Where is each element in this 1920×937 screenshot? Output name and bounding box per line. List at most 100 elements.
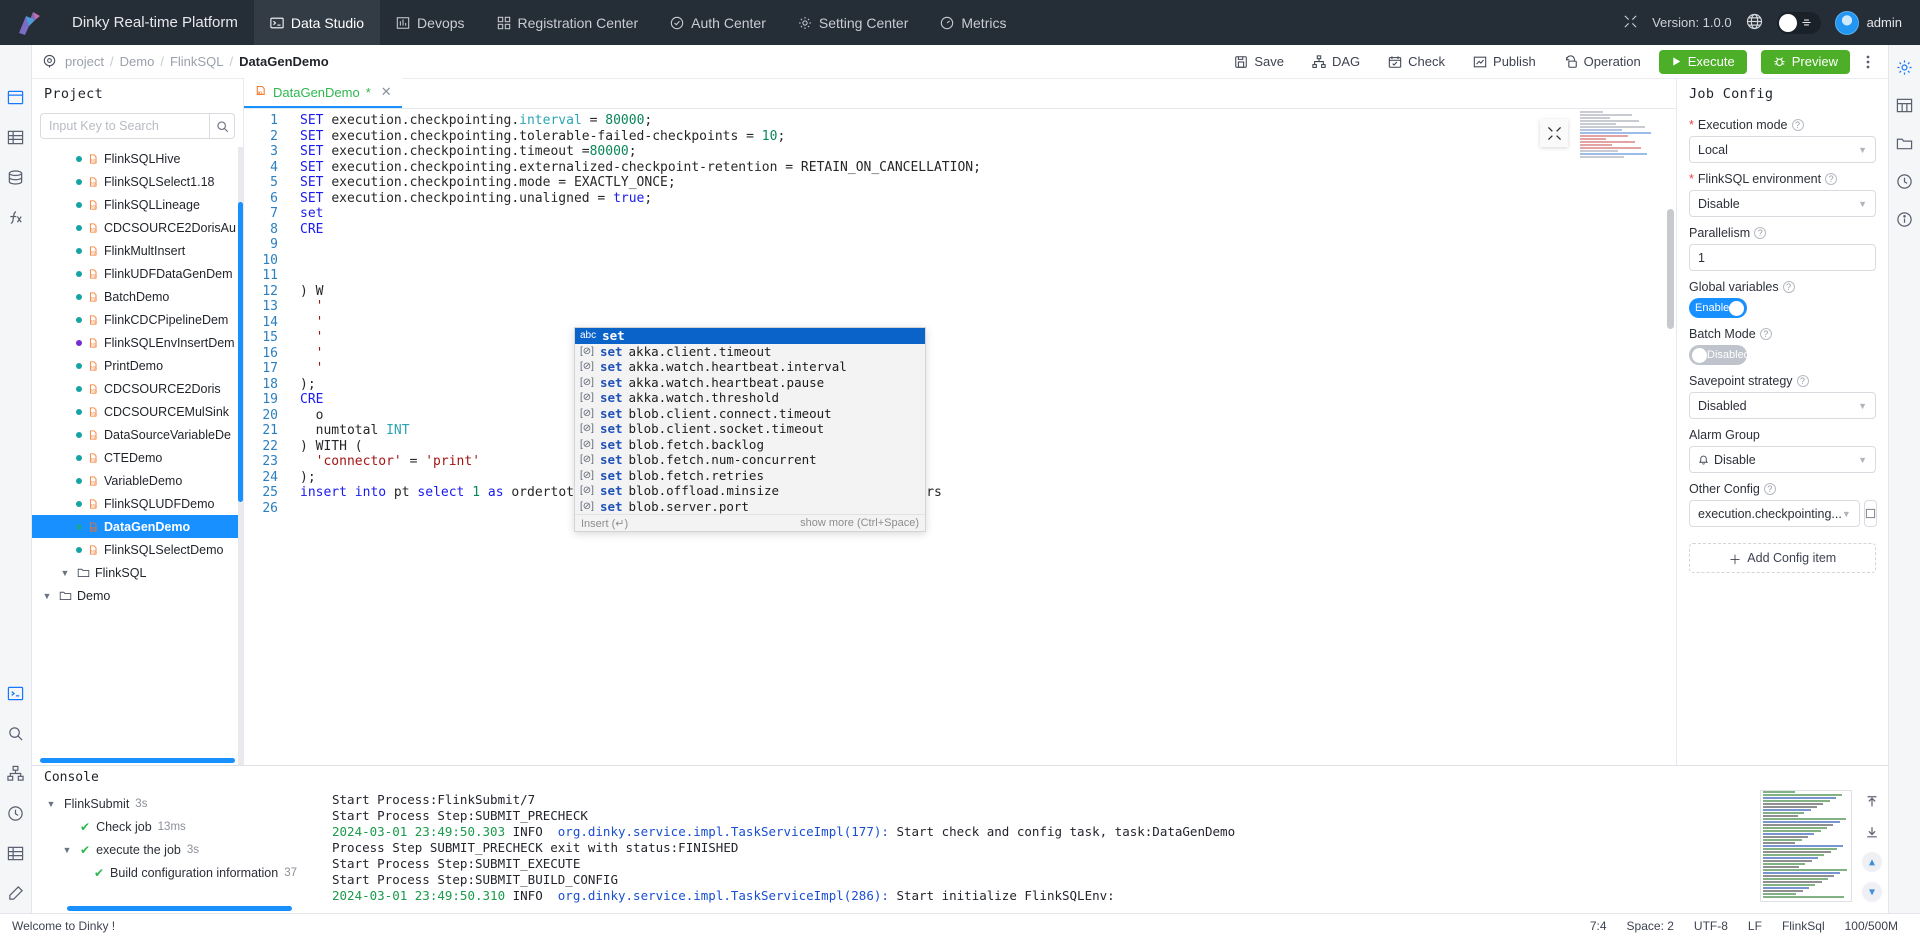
rail-icon-catalog[interactable] [6,127,26,147]
chevron-down-icon[interactable]: ▼ [60,845,74,855]
rail-icon-version[interactable] [1895,171,1915,191]
rail-icon-info[interactable] [1895,209,1915,229]
help-icon[interactable]: ? [1825,173,1838,185]
publish-button[interactable]: Publish [1463,50,1546,74]
chevron-down-icon[interactable]: ▼ [44,799,58,809]
nav-item-setting-center[interactable]: Setting Center [782,0,925,45]
project-tree-item[interactable]: ▼ FlinkSQL [32,561,243,584]
console-tree-scrollbar[interactable] [67,906,292,911]
status-cursor-position[interactable]: 7:4 [1580,919,1617,933]
other-config-extra-button[interactable] [1863,500,1877,527]
project-tree-item[interactable]: SQL FlinkSQLUDFDemo [32,492,243,515]
project-tree-item[interactable]: SQL FlinkSQLSelect1.18 [32,170,243,193]
console-process-item[interactable]: ✔ Check job 13ms [32,815,297,838]
savepoint-strategy-select[interactable]: Disabled ▼ [1689,392,1876,419]
nav-item-registration-center[interactable]: Registration Center [481,0,655,45]
autocomplete-item[interactable]: [⊘] set blob.fetch.retries [575,468,925,484]
check-button[interactable]: Check [1378,50,1455,74]
global-variables-toggle[interactable]: Enabled [1689,298,1747,318]
user-menu[interactable]: admin [1834,10,1902,35]
nav-item-metrics[interactable]: Metrics [924,0,1022,45]
autocomplete-item[interactable]: [⊘] set blob.fetch.num-concurrent [575,452,925,468]
autocomplete-popup[interactable]: abc set [⊘] set akka.client.timeout [⊘] set akk… [574,327,926,532]
project-tree-scrollbar[interactable] [238,147,243,765]
rail-icon-table[interactable] [6,843,26,863]
console-minimap[interactable] [1760,790,1852,902]
rail-icon-edit[interactable] [6,883,26,903]
project-tree-item-selected[interactable]: SQL DataGenDemo [32,515,243,538]
help-icon[interactable]: ? [1791,119,1804,131]
help-icon[interactable]: ? [1763,483,1776,495]
search-input[interactable]: Input Key to Search [40,113,209,139]
console-process-item[interactable]: ▼ ✔ execute the job 3s [32,838,297,861]
project-tree-item[interactable]: SQL VariableDemo [32,469,243,492]
nav-item-data-studio[interactable]: Data Studio [253,0,381,45]
scroll-down-icon[interactable]: ▼ [1862,882,1882,902]
project-tree-item[interactable]: SQL FlinkUDFDataGenDem [32,262,243,285]
dinky-logo[interactable] [0,0,56,45]
rail-icon-savepoint[interactable] [1895,133,1915,153]
status-encoding[interactable]: UTF-8 [1684,919,1738,933]
nav-item-devops[interactable]: Devops [380,0,480,45]
autocomplete-item[interactable]: [⊘] set akka.watch.heartbeat.pause [575,375,925,391]
autocomplete-item[interactable]: [⊘] set akka.watch.heartbeat.interval [575,359,925,375]
rail-icon-lineage[interactable] [6,763,26,783]
rail-icon-job-config[interactable] [1895,57,1915,77]
rail-icon-database[interactable] [6,167,26,187]
breadcrumb-segment-flinksql[interactable]: FlinkSQL [170,54,223,69]
autocomplete-item[interactable]: [⊘] set blob.client.connect.timeout [575,406,925,422]
flinksql-env-select[interactable]: Disable ▼ [1689,190,1876,217]
dag-button[interactable]: DAG [1302,50,1370,74]
execute-button[interactable]: Execute [1658,49,1747,74]
nav-item-auth-center[interactable]: Auth Center [654,0,782,45]
close-icon[interactable]: ✕ [377,84,392,100]
help-icon[interactable]: ? [1782,281,1795,293]
breadcrumb-segment-demo[interactable]: Demo [120,54,155,69]
kebab-menu-icon[interactable] [1858,54,1878,70]
autocomplete-item[interactable]: [⊘] set blob.client.socket.timeout [575,421,925,437]
autocomplete-item[interactable]: [⊘] set akka.client.timeout [575,344,925,360]
preview-button[interactable]: Preview [1760,49,1850,74]
autocomplete-item[interactable]: [⊘] set blob.fetch.backlog [575,437,925,453]
scrollbar-thumb[interactable] [1667,209,1674,329]
console-process-item[interactable]: ▼ FlinkSubmit 3s [32,792,297,815]
search-icon[interactable] [209,113,235,139]
rail-icon-preview-config[interactable] [1895,95,1915,115]
editor-scrollbar[interactable] [1664,109,1676,765]
rail-icon-console[interactable] [6,683,26,703]
project-tree-item[interactable]: SQL CDCSOURCE2DorisAu [32,216,243,239]
download-icon[interactable] [1862,822,1882,842]
project-tree-item[interactable]: SQL CDCSOURCE2Doris [32,377,243,400]
autocomplete-item[interactable]: abc set [575,328,925,344]
status-memory[interactable]: 100/500M [1835,919,1908,933]
expand-editor-icon[interactable] [1540,119,1568,147]
project-tree-item[interactable]: SQL FlinkCDCPipelineDem [32,308,243,331]
editor-tab-datagendemo[interactable]: SQL DataGenDemo * ✕ [244,78,402,108]
project-tree-hscrollbar[interactable] [40,758,235,763]
console-log[interactable]: Start Process:FlinkSubmit/7 Start Process… [297,788,1888,913]
project-tree-item[interactable]: SQL FlinkSQLSelectDemo [32,538,243,561]
rail-icon-search[interactable] [6,723,26,743]
project-tree-item[interactable]: SQL CTEDemo [32,446,243,469]
save-button[interactable]: Save [1224,50,1294,74]
console-process-item[interactable]: ✔ Build configuration information 37 [32,861,297,884]
rail-icon-history[interactable] [6,803,26,823]
fullscreen-icon[interactable] [1623,14,1638,32]
project-tree-item[interactable]: SQL FlinkSQLEnvInsertDem [32,331,243,354]
chevron-down-icon[interactable]: ▼ [58,568,72,578]
project-tree-item[interactable]: SQL PrintDemo [32,354,243,377]
up-arrow-icon[interactable] [1862,792,1882,812]
breadcrumb-segment-project[interactable]: project [65,54,104,69]
project-tree-item[interactable]: ▼ Demo [32,584,243,607]
scroll-up-icon[interactable]: ▲ [1862,852,1882,872]
code-editor[interactable]: 1 SET execution.checkpointing.interval = … [244,109,1676,765]
rail-icon-function[interactable] [6,207,26,227]
rail-icon-project[interactable] [6,87,26,107]
autocomplete-item[interactable]: [⊘] set akka.watch.threshold [575,390,925,406]
globe-icon[interactable] [1746,13,1763,33]
project-tree-item[interactable]: SQL FlinkSQLHive [32,147,243,170]
help-icon[interactable]: ? [1754,227,1767,239]
autocomplete-item[interactable]: [⊘] set blob.offload.minsize [575,483,925,499]
status-indent[interactable]: Space: 2 [1617,919,1684,933]
help-icon[interactable]: ? [1759,328,1772,340]
